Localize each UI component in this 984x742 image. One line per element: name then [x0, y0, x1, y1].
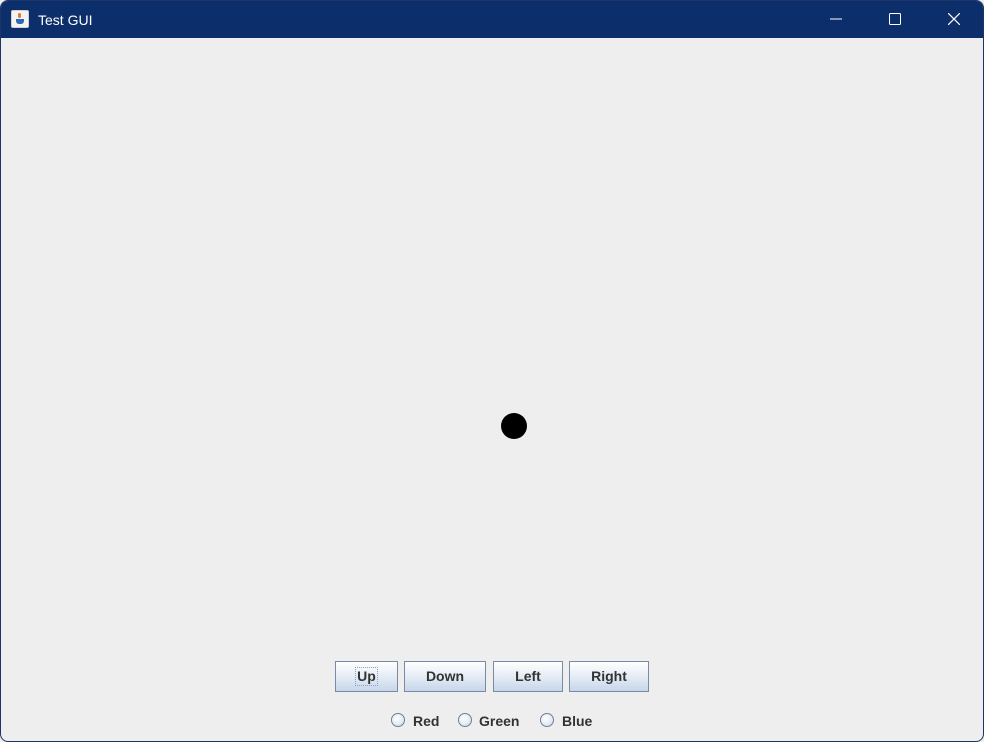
blue-radio[interactable]: [540, 713, 554, 727]
app-window: Test GUI Up Down Left Right Red Green Bl…: [0, 0, 984, 742]
minimize-icon: [830, 18, 842, 20]
color-radio-group: Red Green Blue: [1, 711, 983, 731]
red-radio-label[interactable]: Red: [413, 713, 439, 730]
app-icon-steam: [18, 13, 21, 18]
close-icon: [948, 13, 960, 25]
java-app-icon[interactable]: [11, 10, 29, 28]
ball: [501, 413, 527, 439]
blue-radio-label[interactable]: Blue: [562, 713, 592, 730]
up-button-label: Up: [355, 667, 378, 686]
green-radio-label[interactable]: Green: [479, 713, 519, 730]
green-radio[interactable]: [458, 713, 472, 727]
maximize-button[interactable]: [866, 1, 924, 38]
down-button[interactable]: Down: [404, 661, 486, 692]
right-button[interactable]: Right: [569, 661, 649, 692]
left-button[interactable]: Left: [493, 661, 563, 692]
maximize-icon: [889, 13, 901, 25]
red-radio[interactable]: [391, 713, 405, 727]
close-button[interactable]: [925, 1, 983, 38]
window-title: Test GUI: [38, 12, 93, 28]
minimize-button[interactable]: [807, 1, 865, 38]
up-button[interactable]: Up: [335, 661, 398, 692]
app-icon-cup: [16, 19, 24, 24]
title-bar[interactable]: Test GUI: [1, 1, 983, 38]
drawing-canvas: [1, 38, 983, 650]
